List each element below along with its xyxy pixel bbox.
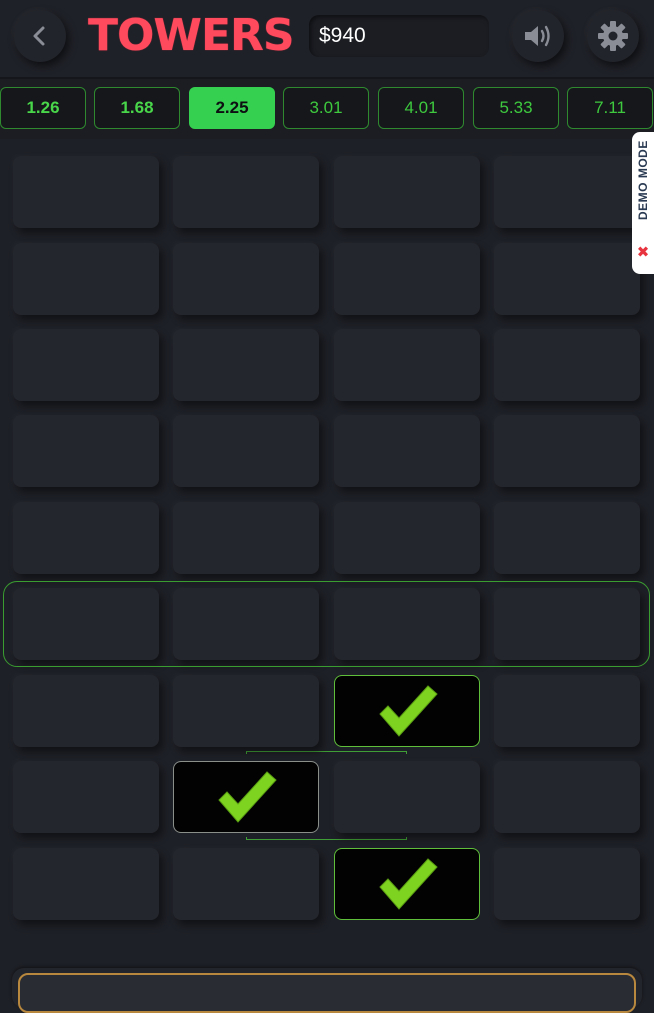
path-connector bbox=[246, 837, 407, 840]
tower-tile[interactable] bbox=[494, 761, 640, 833]
settings-button[interactable] bbox=[587, 10, 639, 62]
sound-button[interactable] bbox=[512, 10, 564, 62]
tower-tile[interactable] bbox=[173, 329, 319, 401]
tower-tile[interactable] bbox=[173, 588, 319, 660]
back-button[interactable] bbox=[14, 10, 66, 62]
tower-tile[interactable] bbox=[13, 156, 159, 228]
multiplier-4[interactable]: 3.01 bbox=[283, 87, 369, 129]
tower-tile[interactable] bbox=[173, 502, 319, 574]
tower-board bbox=[0, 141, 654, 990]
tower-tile[interactable] bbox=[494, 675, 640, 747]
tower-tile[interactable] bbox=[494, 329, 640, 401]
check-icon bbox=[379, 858, 438, 910]
revealed-tile[interactable] bbox=[334, 675, 480, 747]
speaker-icon bbox=[525, 25, 550, 47]
demo-mode-label: DEMO MODE bbox=[636, 140, 650, 220]
chevron-left-icon bbox=[33, 26, 45, 46]
tower-tile[interactable] bbox=[494, 502, 640, 574]
multiplier-1[interactable]: 1.26 bbox=[0, 87, 86, 129]
check-icon bbox=[218, 771, 277, 823]
tower-tile[interactable] bbox=[173, 415, 319, 487]
tower-tile[interactable] bbox=[494, 848, 640, 920]
tower-tile[interactable] bbox=[334, 329, 480, 401]
tower-tile[interactable] bbox=[13, 243, 159, 315]
multiplier-5[interactable]: 4.01 bbox=[378, 87, 464, 129]
revealed-tile[interactable] bbox=[334, 848, 480, 920]
tower-tile[interactable] bbox=[494, 588, 640, 660]
demo-mode-badge[interactable]: DEMO MODE ✖ bbox=[632, 132, 654, 274]
check-icon bbox=[379, 685, 438, 737]
multiplier-7[interactable]: 7.11 bbox=[567, 87, 653, 129]
multiplier-3[interactable]: 2.25 bbox=[189, 87, 275, 129]
tower-tile[interactable] bbox=[334, 243, 480, 315]
tower-tile[interactable] bbox=[13, 675, 159, 747]
tower-tile[interactable] bbox=[334, 156, 480, 228]
balance-display: $940 bbox=[309, 15, 489, 57]
tower-tile[interactable] bbox=[13, 502, 159, 574]
path-connector bbox=[246, 751, 407, 754]
tower-tile[interactable] bbox=[494, 156, 640, 228]
multiplier-row: 1.26 1.68 2.25 3.01 4.01 5.33 7.11 bbox=[0, 79, 654, 139]
tower-tile[interactable] bbox=[334, 588, 480, 660]
gear-icon bbox=[598, 21, 628, 51]
tower-tile[interactable] bbox=[494, 243, 640, 315]
multiplier-6[interactable]: 5.33 bbox=[473, 87, 559, 129]
tower-tile[interactable] bbox=[13, 415, 159, 487]
tower-tile[interactable] bbox=[13, 329, 159, 401]
tower-tile[interactable] bbox=[173, 243, 319, 315]
tower-tile[interactable] bbox=[173, 675, 319, 747]
tower-tile[interactable] bbox=[173, 156, 319, 228]
tower-tile[interactable] bbox=[13, 761, 159, 833]
bet-control[interactable] bbox=[18, 973, 636, 1013]
bet-panel bbox=[12, 968, 642, 1013]
tower-tile[interactable] bbox=[334, 761, 480, 833]
tower-tile[interactable] bbox=[334, 502, 480, 574]
revealed-tile[interactable] bbox=[173, 761, 319, 833]
top-bar: TOWERS $940 bbox=[0, 0, 654, 79]
tower-tile[interactable] bbox=[173, 848, 319, 920]
close-icon[interactable]: ✖ bbox=[636, 245, 650, 260]
tower-tile[interactable] bbox=[13, 848, 159, 920]
multiplier-2[interactable]: 1.68 bbox=[94, 87, 180, 129]
tower-tile[interactable] bbox=[13, 588, 159, 660]
tower-tile[interactable] bbox=[334, 415, 480, 487]
tower-tile[interactable] bbox=[494, 415, 640, 487]
game-logo: TOWERS bbox=[88, 10, 295, 61]
